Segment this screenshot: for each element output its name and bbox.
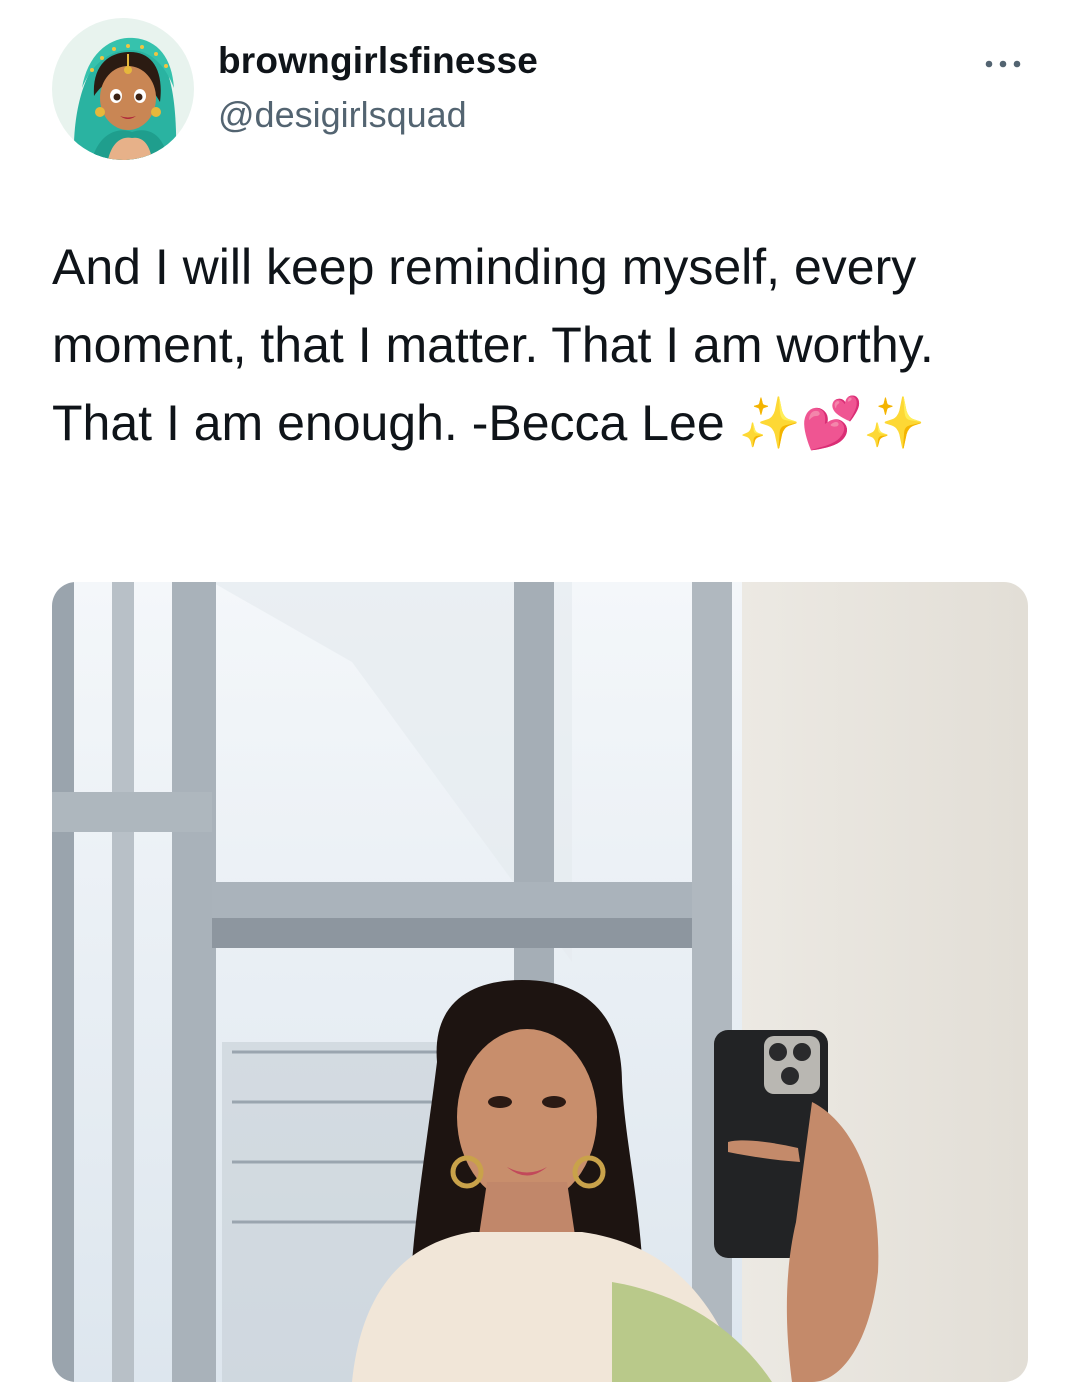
tweet-photo[interactable] xyxy=(52,582,1028,1382)
author-handle[interactable]: @desigirlsquad xyxy=(218,94,467,136)
avatar[interactable] xyxy=(52,18,194,160)
more-options-button[interactable] xyxy=(975,50,1031,78)
mirror-selfie-photo xyxy=(52,582,1028,1382)
cartoon-woman-avatar-icon xyxy=(52,18,194,160)
more-horizontal-icon xyxy=(985,60,1021,68)
tweet-text: And I will keep reminding myself, every … xyxy=(52,239,947,451)
author-display-name[interactable]: browngirlsfinesse xyxy=(218,40,538,82)
